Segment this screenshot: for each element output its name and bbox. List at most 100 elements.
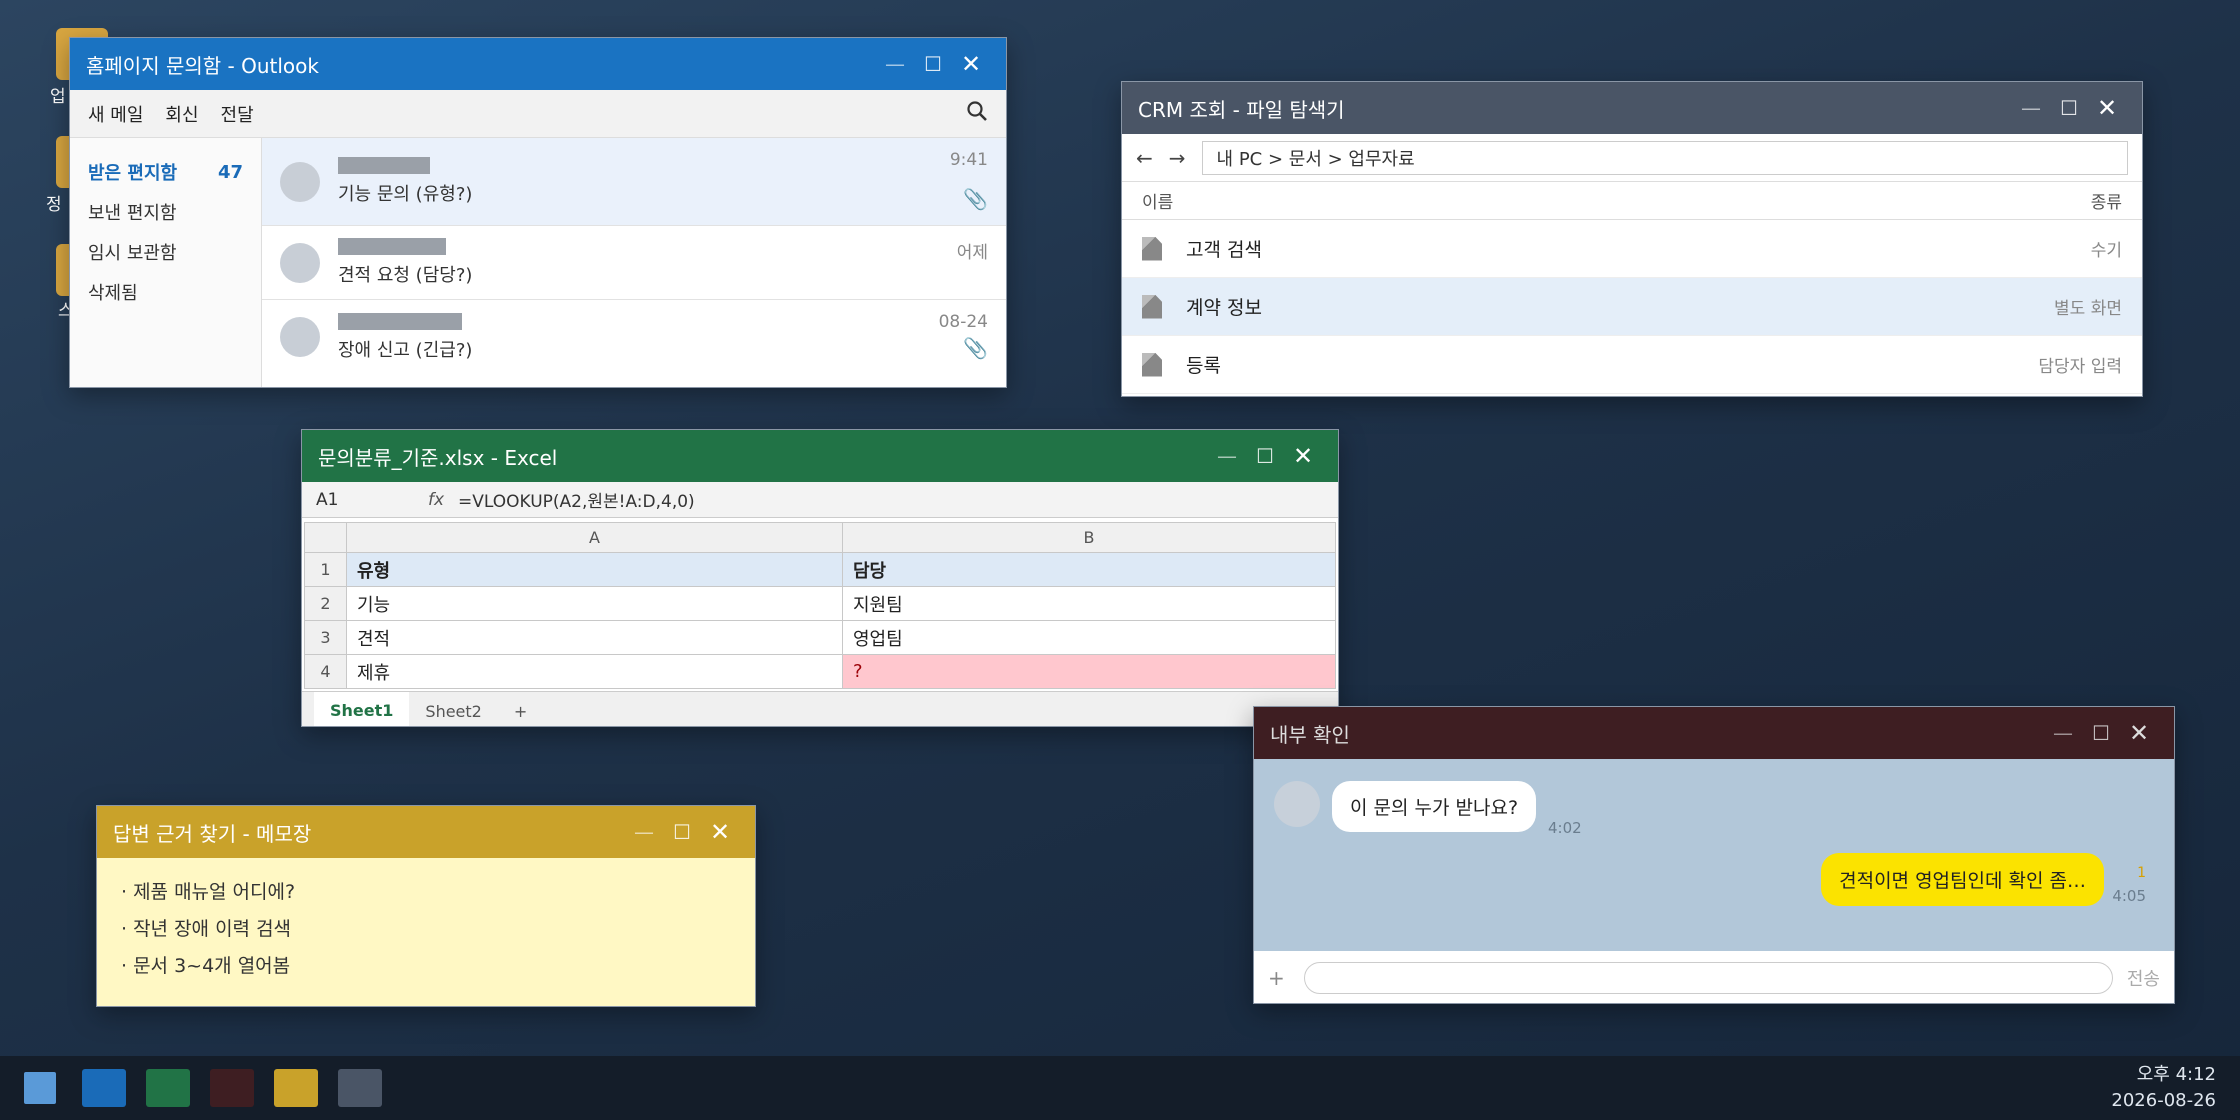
- redacted-sender: [338, 238, 446, 255]
- cell-b3[interactable]: 영업팀: [842, 620, 1336, 655]
- row-header[interactable]: 4: [304, 654, 347, 689]
- send-button[interactable]: 전송: [2127, 965, 2160, 991]
- folder-label: 받은 편지함: [88, 163, 178, 184]
- add-sheet-button[interactable]: +: [498, 692, 543, 726]
- outlook-titlebar[interactable]: 홈페이지 문의함 - Outlook — ☐ ✕: [70, 38, 1006, 90]
- tab-sheet1[interactable]: Sheet1: [314, 692, 410, 726]
- redacted-sender: [338, 312, 462, 330]
- file-type: 담당자 입력: [2038, 357, 2122, 377]
- row-header[interactable]: 2: [304, 586, 347, 621]
- taskbar-excel-button[interactable]: [146, 1069, 190, 1107]
- outgoing-message: 견적이면 영업팀인데 확인 좀…: [1821, 853, 2104, 906]
- tab-sheet2[interactable]: Sheet2: [409, 692, 497, 726]
- notepad-titlebar[interactable]: 답변 근거 찾기 - 메모장 — ☐ ✕: [97, 806, 755, 858]
- taskbar-explorer-button[interactable]: [338, 1069, 382, 1107]
- cell-a4[interactable]: 제휴: [346, 654, 843, 689]
- taskbar-notepad-button[interactable]: [274, 1069, 318, 1107]
- folder-pane: 받은 편지함 47 보낸 편지함 임시 보관함 삭제됨: [70, 138, 262, 387]
- row-header[interactable]: 3: [304, 620, 347, 655]
- taskbar-outlook-button[interactable]: [82, 1069, 126, 1107]
- explorer-titlebar[interactable]: CRM 조회 - 파일 탐색기 — ☐ ✕: [1122, 82, 2142, 134]
- row-header[interactable]: 1: [304, 552, 347, 587]
- column-name[interactable]: 이름: [1142, 188, 1173, 213]
- file-row[interactable]: 계약 정보 별도 화면: [1122, 278, 2142, 336]
- folder-sent[interactable]: 보낸 편지함: [70, 192, 261, 232]
- system-clock[interactable]: 오후 4:12 2026-08-26: [2111, 1062, 2216, 1114]
- excel-title: 문의분류_기준.xlsx - Excel: [318, 445, 558, 470]
- taskbar: 오후 4:12 2026-08-26: [0, 1056, 2240, 1120]
- minimize-icon[interactable]: —: [1208, 444, 1246, 468]
- file-row[interactable]: 고객 검색 수기: [1122, 220, 2142, 278]
- maximize-icon[interactable]: ☐: [2082, 721, 2120, 745]
- clock-time: 오후 4:12: [2136, 1064, 2216, 1085]
- close-icon[interactable]: ✕: [2088, 94, 2126, 122]
- close-icon[interactable]: ✕: [1284, 442, 1322, 470]
- cell-a2[interactable]: 기능: [346, 586, 843, 621]
- new-mail-button[interactable]: 새 메일: [88, 101, 143, 127]
- file-name: 고객 검색: [1186, 239, 1262, 261]
- notepad-text-area[interactable]: · 제품 매뉴얼 어디에? · 작년 장애 이력 검색 · 문서 3~4개 열어…: [97, 858, 755, 1006]
- cell-a1[interactable]: 유형: [346, 552, 843, 587]
- column-header-a[interactable]: A: [346, 522, 843, 553]
- search-icon[interactable]: [966, 100, 988, 127]
- message-item[interactable]: 기능 문의 (유형?) 9:41 📎: [262, 138, 1006, 226]
- arrow-right-icon[interactable]: →: [1169, 146, 1186, 170]
- explorer-nav: ← → 내 PC > 문서 > 업무자료: [1122, 134, 2142, 182]
- file-icon: [1142, 294, 1162, 319]
- maximize-icon[interactable]: ☐: [663, 820, 701, 844]
- close-icon[interactable]: ✕: [952, 50, 990, 78]
- folder-label: 삭제됨: [88, 283, 138, 304]
- cell-b1[interactable]: 담당: [842, 552, 1336, 587]
- maximize-icon[interactable]: ☐: [1246, 444, 1284, 468]
- file-name: 계약 정보: [1186, 297, 1262, 319]
- maximize-icon[interactable]: ☐: [2050, 96, 2088, 120]
- cell-b4[interactable]: ?: [842, 654, 1336, 689]
- excel-window: 문의분류_기준.xlsx - Excel — ☐ ✕ A1 fx =VLOOKU…: [301, 429, 1339, 727]
- taskbar-chat-button[interactable]: [210, 1069, 254, 1107]
- paperclip-icon: 📎: [963, 187, 988, 211]
- chat-titlebar[interactable]: 내부 확인 — ☐ ✕: [1254, 707, 2174, 759]
- address-bar[interactable]: 내 PC > 문서 > 업무자료: [1201, 140, 2128, 175]
- unread-count: 1: [2137, 865, 2146, 881]
- close-icon[interactable]: ✕: [2120, 719, 2158, 747]
- chat-window: 내부 확인 — ☐ ✕ 이 문의 누가 받나요? 4:02 견적이면 영업팀인데…: [1253, 706, 2175, 1004]
- start-button[interactable]: [24, 1072, 56, 1104]
- column-header-b[interactable]: B: [842, 522, 1336, 553]
- note-line: · 제품 매뉴얼 어디에?: [121, 881, 296, 903]
- message-time: 어제: [956, 243, 988, 263]
- chat-input-row: + 전송: [1254, 951, 2174, 1003]
- maximize-icon[interactable]: ☐: [914, 52, 952, 76]
- minimize-icon[interactable]: —: [876, 52, 914, 76]
- file-row[interactable]: 등록 담당자 입력: [1122, 336, 2142, 394]
- folder-deleted[interactable]: 삭제됨: [70, 272, 261, 312]
- formula-input[interactable]: =VLOOKUP(A2,원본!A:D,4,0): [458, 487, 695, 512]
- column-header: 이름 종류: [1122, 182, 2142, 220]
- desktop-icon-label-2: 정: [46, 195, 62, 215]
- chat-messages: 이 문의 누가 받나요? 4:02 견적이면 영업팀인데 확인 좀… 1 4:0…: [1254, 759, 2174, 951]
- cell-b2[interactable]: 지원팀: [842, 586, 1336, 621]
- corner-cell[interactable]: [304, 522, 347, 553]
- column-type[interactable]: 종류: [2091, 188, 2122, 213]
- folder-drafts[interactable]: 임시 보관함: [70, 232, 261, 272]
- message-item[interactable]: 견적 요청 (담당?) 어제: [262, 226, 1006, 300]
- outlook-window: 홈페이지 문의함 - Outlook — ☐ ✕ 새 메일 회신 전달 받은 편…: [69, 37, 1007, 388]
- excel-titlebar[interactable]: 문의분류_기준.xlsx - Excel — ☐ ✕: [302, 430, 1338, 482]
- arrow-left-icon[interactable]: ←: [1136, 146, 1153, 170]
- attach-button[interactable]: +: [1268, 966, 1304, 990]
- minimize-icon[interactable]: —: [625, 820, 663, 844]
- message-time: 9:41: [949, 150, 988, 170]
- cell-reference-box[interactable]: A1: [302, 490, 428, 510]
- message-item[interactable]: 장애 신고 (긴급?) 08-24 📎: [262, 300, 1006, 374]
- folder-inbox[interactable]: 받은 편지함 47: [70, 152, 261, 192]
- folder-label: 보낸 편지함: [88, 203, 177, 224]
- reply-button[interactable]: 회신: [165, 101, 198, 127]
- redacted-sender: [338, 157, 430, 174]
- forward-button[interactable]: 전달: [221, 101, 254, 127]
- cell-a3[interactable]: 견적: [346, 620, 843, 655]
- message-input[interactable]: [1304, 962, 2113, 994]
- close-icon[interactable]: ✕: [701, 818, 739, 846]
- minimize-icon[interactable]: —: [2044, 721, 2082, 745]
- notepad-title: 답변 근거 찾기 - 메모장: [113, 821, 312, 846]
- fx-icon: fx: [428, 489, 445, 510]
- minimize-icon[interactable]: —: [2012, 96, 2050, 120]
